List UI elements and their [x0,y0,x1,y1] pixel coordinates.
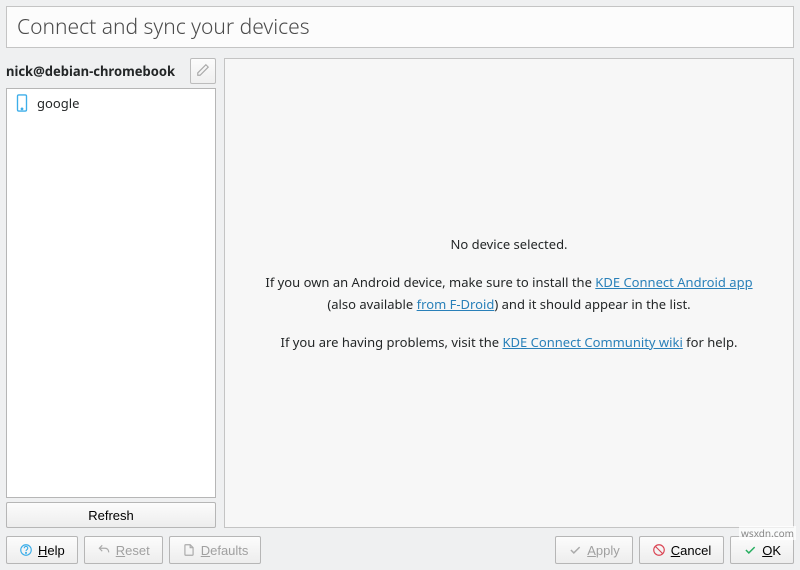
cancel-button[interactable]: Cancel [639,536,724,564]
apply-button[interactable]: Apply [555,536,633,564]
install-instruction: If you own an Android device, make sure … [255,271,763,315]
footer-buttons: Help Reset Defaults Apply Cancel OK [6,528,794,564]
hostname-label: nick@debian-chromebook [6,62,186,80]
pencil-icon [196,63,210,80]
edit-hostname-button[interactable] [190,58,216,84]
refresh-button[interactable]: Refresh [6,502,216,528]
cancel-icon [652,543,666,557]
sidebar: nick@debian-chromebook google Refresh [6,58,216,528]
no-device-message: No device selected. [450,233,567,255]
ok-button[interactable]: OK [730,536,794,564]
check-icon [568,543,582,557]
phone-icon [15,94,29,112]
help-instruction: If you are having problems, visit the KD… [281,331,738,353]
page-header: Connect and sync your devices [6,6,794,48]
help-icon [19,543,33,557]
fdroid-link[interactable]: from F-Droid [417,295,495,313]
help-button[interactable]: Help [6,536,78,564]
watermark: wsxdn.com [739,526,796,540]
community-wiki-link[interactable]: KDE Connect Community wiki [502,333,682,351]
document-icon [182,543,196,557]
kde-connect-android-link[interactable]: KDE Connect Android app [595,273,752,291]
page-title: Connect and sync your devices [17,13,783,41]
undo-icon [97,543,111,557]
hostname-row: nick@debian-chromebook [6,58,216,84]
content-panel: No device selected. If you own an Androi… [224,58,794,528]
defaults-button[interactable]: Defaults [169,536,262,564]
device-list[interactable]: google [6,88,216,498]
device-item[interactable]: google [7,89,215,117]
ok-check-icon [743,543,757,557]
main-area: nick@debian-chromebook google Refresh No… [6,58,794,528]
device-name: google [37,94,79,112]
reset-button[interactable]: Reset [84,536,163,564]
